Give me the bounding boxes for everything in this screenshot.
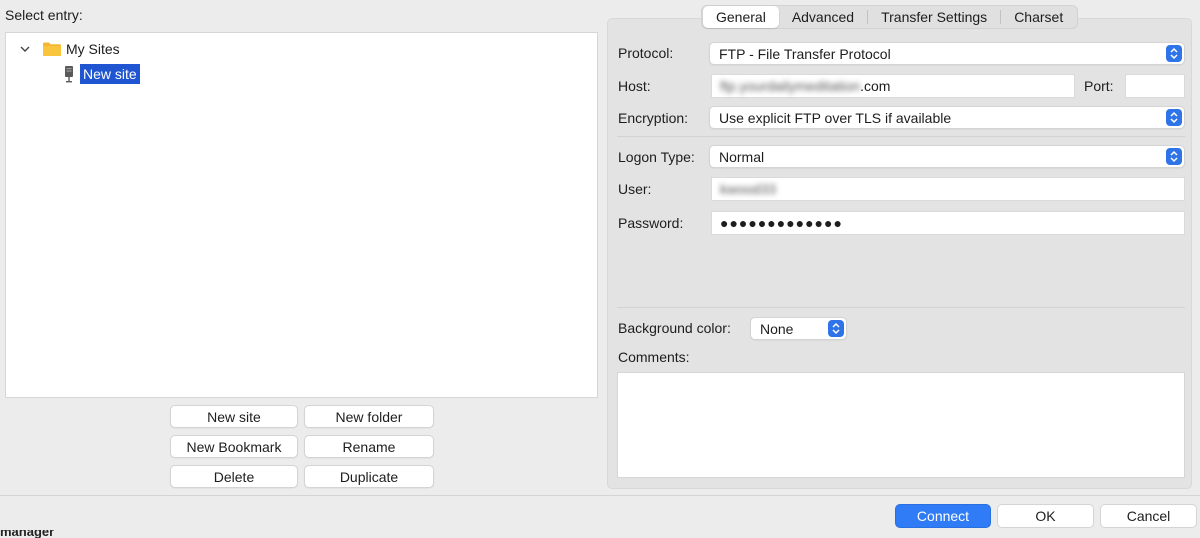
duplicate-button[interactable]: Duplicate [304,465,434,488]
comments-label: Comments: [618,349,690,365]
tree-item-label-selected: New site [80,64,140,84]
protocol-select[interactable]: FTP - File Transfer Protocol [709,42,1185,65]
tree-item-label: My Sites [66,41,120,57]
tree-item-new-site[interactable]: New site [64,63,140,85]
tab-general[interactable]: General [703,6,779,28]
protocol-value: FTP - File Transfer Protocol [719,45,891,62]
password-input[interactable]: ●●●●●●●●●●●●● [711,211,1185,235]
section-divider [617,136,1185,137]
logon-type-value: Normal [719,148,765,165]
encryption-value: Use explicit FTP over TLS if available [719,109,952,126]
select-arrows-icon [1166,148,1182,165]
port-label: Port: [1084,78,1114,94]
folder-icon [42,41,62,57]
select-entry-label: Select entry: [5,7,83,23]
footer-divider [0,495,1200,496]
background-color-label: Background color: [618,320,731,336]
user-input[interactable]: kwood33 [711,177,1185,201]
port-input[interactable] [1125,74,1185,98]
encryption-label: Encryption: [618,110,689,126]
chevron-down-icon[interactable] [18,42,32,56]
host-value-suffix: .com [860,78,891,94]
host-input[interactable]: ftp.yourdailymeditation .com [711,74,1075,98]
password-label: Password: [618,215,684,231]
delete-button[interactable]: Delete [170,465,298,488]
new-folder-button[interactable]: New folder [304,405,434,428]
site-tree[interactable]: My Sites New site [5,32,598,398]
host-label: Host: [618,78,651,94]
connect-button[interactable]: Connect [895,504,991,528]
background-color-select[interactable]: None [750,317,847,340]
tab-transfer-settings[interactable]: Transfer Settings [868,6,1000,28]
new-site-button[interactable]: New site [170,405,298,428]
logon-type-label: Logon Type: [618,149,695,165]
ok-button[interactable]: OK [997,504,1094,528]
logon-type-select[interactable]: Normal [709,145,1185,168]
tree-item-my-sites[interactable]: My Sites [18,38,120,60]
encryption-select[interactable]: Use explicit FTP over TLS if available [709,106,1185,129]
tab-charset[interactable]: Charset [1001,6,1076,28]
cancel-button[interactable]: Cancel [1100,504,1197,528]
new-bookmark-button[interactable]: New Bookmark [170,435,298,458]
protocol-label: Protocol: [618,45,674,61]
server-icon [64,65,74,83]
select-arrows-icon [828,320,844,337]
user-value-redacted: kwood33 [720,181,777,197]
section-divider [617,307,1185,308]
select-arrows-icon [1166,45,1182,62]
background-window-text: manager [0,530,55,538]
tab-advanced[interactable]: Advanced [779,6,867,28]
user-label: User: [618,181,652,197]
rename-button[interactable]: Rename [304,435,434,458]
select-arrows-icon [1166,109,1182,126]
password-value: ●●●●●●●●●●●●● [720,215,843,231]
comments-textarea[interactable] [617,372,1185,478]
host-value-redacted: ftp.yourdailymeditation [720,78,861,94]
tab-bar: General Advanced Transfer Settings Chars… [701,5,1079,29]
background-color-value: None [760,320,794,337]
